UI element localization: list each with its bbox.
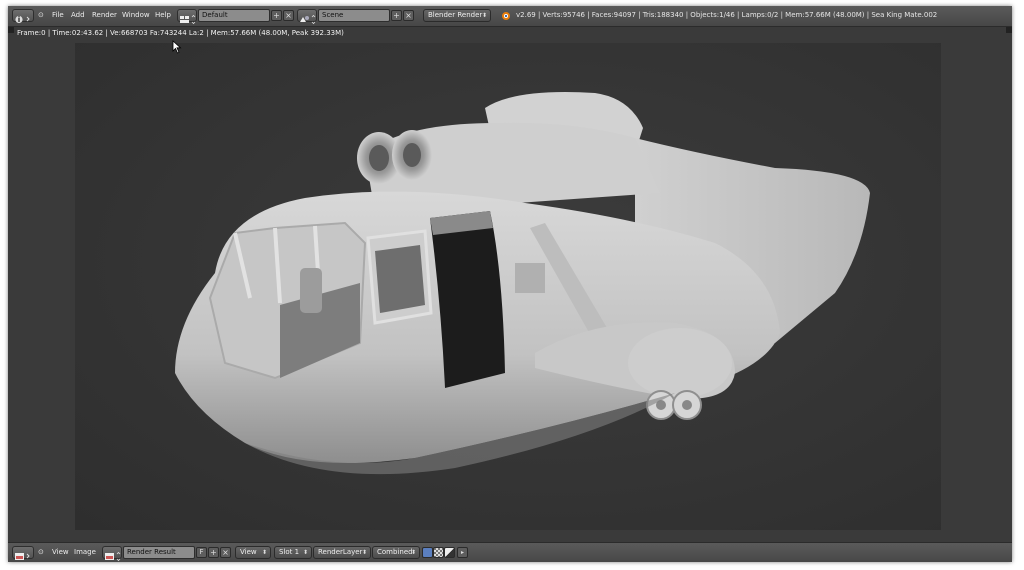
blender-window: ⊙ File Add Render Window Help Default + … <box>8 6 1012 562</box>
render-engine-label: Blender Render <box>428 11 483 19</box>
render-info-text: Frame:0 | Time:02:43.62 | Ve:668703 Fa:7… <box>17 29 344 37</box>
draw-color-icon[interactable] <box>422 547 433 558</box>
dropdown-caret-icon: ⬍ <box>361 549 367 556</box>
collapse-menu-icon[interactable]: ⊙ <box>38 9 44 22</box>
image-editor-header: ⊙ View Image Render Result F + × View ⬍ … <box>8 542 1012 562</box>
unlink-image-icon[interactable]: × <box>220 547 231 558</box>
delete-scene-icon[interactable]: × <box>403 10 414 21</box>
image-name-field[interactable]: Render Result <box>123 546 195 559</box>
screen-layout-icon <box>180 14 196 25</box>
render-layer-dropdown[interactable]: RenderLayer ⬍ <box>313 546 371 559</box>
scene-icon <box>300 14 316 25</box>
scene-field[interactable]: Scene <box>318 9 390 22</box>
view-mode-dropdown[interactable]: View ⬍ <box>235 546 271 559</box>
render-engine-dropdown[interactable]: Blender Render ⬍ <box>423 9 491 22</box>
menu-view[interactable]: View <box>52 546 69 559</box>
editor-type-button[interactable] <box>12 546 34 560</box>
mouse-cursor-icon <box>172 40 182 54</box>
fake-user-button[interactable]: F <box>196 547 207 558</box>
draw-alpha-icon[interactable] <box>433 547 444 558</box>
menu-render[interactable]: Render <box>92 9 117 22</box>
dropdown-caret-icon: ⬍ <box>410 549 416 556</box>
add-screen-icon[interactable]: + <box>271 10 282 21</box>
area-corner-handle[interactable] <box>8 27 14 33</box>
dropdown-caret-icon: ⬍ <box>302 549 308 556</box>
add-scene-icon[interactable]: + <box>391 10 402 21</box>
slot-label: Slot 1 <box>279 548 300 556</box>
menu-window[interactable]: Window <box>122 9 150 22</box>
collapse-menu-icon[interactable]: ⊙ <box>38 546 44 559</box>
render-pass-label: Combined <box>377 548 413 556</box>
menu-add[interactable]: Add <box>71 9 85 22</box>
render-pass-dropdown[interactable]: Combined ⬍ <box>372 546 420 559</box>
dropdown-caret-icon: ⬍ <box>481 12 487 19</box>
screen-layout-field[interactable]: Default <box>198 9 270 22</box>
info-header: ⊙ File Add Render Window Help Default + … <box>8 6 1012 27</box>
image-browse-button[interactable] <box>102 546 122 562</box>
screen-layout-browse-button[interactable] <box>177 9 197 25</box>
info-icon <box>15 15 30 24</box>
image-icon <box>105 551 121 562</box>
render-layer-label: RenderLayer <box>318 548 363 556</box>
image-editor-icon <box>15 553 30 560</box>
view-mode-label: View <box>240 548 257 556</box>
new-image-icon[interactable]: + <box>208 547 219 558</box>
menu-image[interactable]: Image <box>74 546 96 559</box>
area-corner-handle[interactable] <box>1006 27 1012 33</box>
menu-file[interactable]: File <box>52 9 64 22</box>
scene-browse-button[interactable] <box>297 9 317 25</box>
scene-statistics: v2.69 | Verts:95746 | Faces:94097 | Tris… <box>516 11 938 19</box>
slot-dropdown[interactable]: Slot 1 ⬍ <box>274 546 312 559</box>
blender-logo-icon <box>502 12 510 20</box>
delete-screen-icon[interactable]: × <box>283 10 294 21</box>
image-editor[interactable]: Frame:0 | Time:02:43.62 | Ve:668703 Fa:7… <box>8 27 1012 542</box>
draw-color-alpha-icon[interactable] <box>444 547 455 558</box>
menu-help[interactable]: Help <box>155 9 171 22</box>
render-result-image[interactable] <box>75 43 941 530</box>
helicopter-render <box>175 92 870 475</box>
dropdown-caret-icon: ⬍ <box>261 549 267 556</box>
pin-icon[interactable]: ▸ <box>457 547 468 558</box>
editor-type-button[interactable] <box>12 9 34 24</box>
